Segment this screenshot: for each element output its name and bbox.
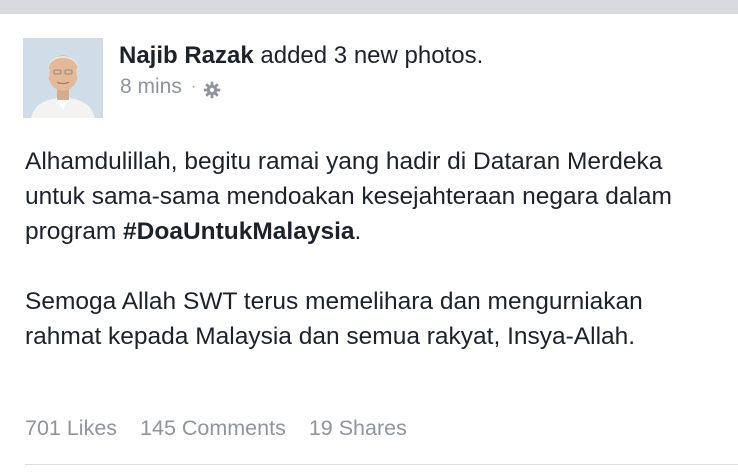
- shares-count[interactable]: 19 Shares: [309, 416, 407, 440]
- author-name[interactable]: Najib Razak: [119, 42, 254, 69]
- post-paragraph-1: Alhamdulillah, begitu ramai yang hadir d…: [25, 144, 725, 249]
- post-card: Najib Razak added 3 new photos. 8 mins ·: [0, 14, 738, 476]
- meta-separator: ·: [190, 78, 197, 95]
- top-bar: [0, 0, 738, 14]
- divider: [25, 464, 738, 465]
- post-paragraph-2: Semoga Allah SWT terus memelihara dan me…: [25, 288, 643, 350]
- hashtag-link[interactable]: #DoaUntukMalaysia: [123, 218, 354, 245]
- author-line: Najib Razak added 3 new photos.: [119, 41, 483, 71]
- avatar-image: [23, 38, 103, 118]
- avatar[interactable]: [23, 38, 103, 118]
- post-action: added 3 new photos.: [260, 42, 484, 69]
- gear-icon[interactable]: [203, 79, 221, 99]
- post-text-1-end: .: [354, 218, 362, 245]
- comments-count[interactable]: 145 Comments: [140, 416, 286, 440]
- post-body: Alhamdulillah, begitu ramai yang hadir d…: [25, 144, 725, 354]
- post-meta: 8 mins ·: [120, 73, 221, 101]
- post-timestamp[interactable]: 8 mins: [120, 73, 182, 101]
- likes-count[interactable]: 701 Likes: [25, 416, 117, 440]
- post-stats: 701 Likes 145 Comments 19 Shares: [25, 414, 424, 442]
